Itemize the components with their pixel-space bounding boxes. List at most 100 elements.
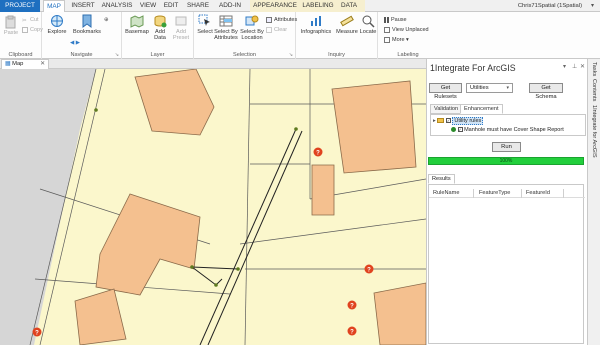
infographics-button[interactable]: Infographics [299, 14, 333, 35]
tab-analysis[interactable]: ANALYSIS [100, 0, 134, 12]
copy-label: Copy [30, 27, 43, 33]
column-header[interactable]: FeatureId [526, 190, 550, 196]
group-label-inquiry: Inquiry [328, 52, 345, 58]
measure-button[interactable]: Measure [336, 14, 358, 35]
tab-view[interactable]: VIEW [138, 0, 158, 12]
svg-text:?: ? [316, 151, 320, 157]
tab-insert[interactable]: INSERT [70, 0, 96, 12]
tab-add-in[interactable]: ADD-IN [216, 0, 244, 12]
results-grid[interactable]: RuleName FeatureType FeatureId [428, 184, 585, 344]
explore-button[interactable]: Explore [46, 14, 68, 35]
view-unplaced-button[interactable]: View Unplaced [384, 26, 429, 34]
expand-icon[interactable]: ▸ [433, 118, 436, 124]
bookmarks-button[interactable]: Bookmarks [72, 14, 102, 35]
cut-label: Cut [30, 17, 39, 23]
tree-node-root[interactable]: ▸ ✓ Utility rules [433, 117, 484, 125]
tab-edit[interactable]: EDIT [162, 0, 180, 12]
locate-icon [362, 15, 375, 28]
basemap-button[interactable]: Basemap [125, 14, 149, 35]
get-schema-button[interactable]: Get Schema [529, 83, 563, 100]
column-divider[interactable] [563, 189, 564, 198]
tab-appearance[interactable]: APPEARANCE [252, 0, 298, 12]
group-label-layer: Layer [150, 52, 165, 58]
add-data-label: Add Data [154, 29, 166, 41]
building [95, 193, 201, 296]
side-tab-tasks[interactable]: Tasks [591, 62, 597, 76]
clear-icon [266, 26, 272, 33]
side-tab-contents[interactable]: Contents [591, 79, 597, 101]
building [74, 288, 127, 345]
map-canvas[interactable]: ? ? ? ? ? [0, 69, 426, 345]
column-header[interactable]: RuleName [433, 190, 459, 196]
tree-node-rule[interactable]: ✓ Manhole must have Cover Shape Report [451, 126, 564, 134]
tab-results[interactable]: Results [428, 174, 455, 184]
forward-icon[interactable]: ▶ [76, 40, 80, 46]
column-divider[interactable] [521, 189, 522, 198]
tab-map-view[interactable]: ▦ Map ✕ [1, 59, 49, 69]
more-button[interactable]: More ▾ [384, 36, 409, 44]
location-select-icon [245, 15, 259, 26]
checkbox[interactable]: ✓ [445, 118, 451, 124]
user-account[interactable]: Chris71Spatial (1Spatial) [518, 0, 582, 12]
chevron-down-icon[interactable]: ▾ [591, 2, 594, 9]
building [311, 164, 335, 216]
rules-tree[interactable]: ▸ ✓ Utility rules ✓ Manhole must have Co… [430, 114, 586, 136]
column-divider[interactable] [473, 189, 474, 198]
progress-bar: 100% [428, 157, 584, 165]
paste-icon [5, 15, 16, 29]
get-rulesets-button[interactable]: Get Rulesets [429, 83, 462, 100]
add-data-button[interactable]: Add Data [150, 14, 170, 41]
pin-icon[interactable]: ▾ [563, 63, 566, 70]
auto-hide-icon[interactable]: ⊥ [572, 63, 577, 70]
paste-button[interactable]: Paste [2, 15, 20, 36]
view-tab-strip: ▦ Map ✕ [0, 59, 426, 69]
map-view-icon: ▦ [5, 61, 11, 67]
close-icon[interactable]: ✕ [40, 60, 45, 69]
error-marker-icon[interactable]: ? [347, 326, 357, 336]
rule-status-icon [451, 127, 456, 133]
zoom-tools[interactable]: ⊕ [104, 16, 109, 24]
group-labeling: Pause View Unplaced More ▾ Labeling [378, 12, 438, 59]
select-by-attributes-button[interactable]: Select By Attributes [213, 14, 239, 41]
building [134, 69, 215, 136]
run-button[interactable]: Run [492, 142, 521, 152]
error-marker-icon[interactable]: ? [32, 327, 42, 337]
close-icon[interactable]: ✕ [580, 63, 585, 70]
tab-enhancement[interactable]: Enhancement [460, 104, 503, 114]
column-header[interactable]: FeatureType [479, 190, 510, 196]
zoom-full-icon[interactable]: ⊕ [104, 17, 109, 23]
error-marker-icon[interactable]: ? [313, 147, 323, 157]
checkbox[interactable]: ✓ [457, 127, 463, 133]
select-by-location-button[interactable]: Select By Location [239, 14, 265, 41]
side-tab-integrate[interactable]: 1Integrate for ArcGIS [591, 105, 597, 158]
error-marker-icon[interactable]: ? [347, 300, 357, 310]
attributes-button[interactable]: Attributes [266, 16, 297, 24]
tab-share[interactable]: SHARE [186, 0, 210, 12]
bookmark-icon [82, 14, 92, 28]
dialog-launcher-icon[interactable]: ↘ [289, 52, 293, 58]
tab-validation[interactable]: Validation [430, 104, 463, 114]
map-view[interactable]: ? ? ? ? ? [0, 69, 426, 345]
select-label: Select [197, 29, 213, 35]
pause-button[interactable]: Pause [384, 16, 407, 24]
ruleset-dropdown[interactable]: Utilities ▾ [466, 83, 513, 93]
tab-data[interactable]: DATA [339, 0, 359, 12]
clear-button[interactable]: Clear [266, 26, 287, 34]
error-marker-icon[interactable]: ? [364, 264, 374, 274]
add-preset-button[interactable]: Add Preset [170, 14, 192, 41]
buildings [74, 69, 426, 345]
group-label-clipboard: Clipboard [8, 52, 33, 58]
group-layer: Basemap Add Data Add Preset Layer [122, 12, 194, 59]
dialog-launcher-icon[interactable]: ↘ [115, 52, 119, 58]
ribbon-tab-bar: PROJECT MAP INSERT ANALYSIS VIEW EDIT SH… [0, 0, 600, 13]
copy-button[interactable]: Copy [22, 26, 43, 34]
pane-title: 1Integrate For ArcGIS [430, 63, 516, 73]
cut-button[interactable]: ✂ Cut [22, 16, 39, 24]
tab-project[interactable]: PROJECT [0, 0, 40, 12]
select-button[interactable]: Select [196, 14, 214, 35]
back-icon[interactable]: ◀ [70, 40, 74, 46]
navigate-arrows[interactable]: ◀ ▶ [70, 39, 80, 47]
locate-button[interactable]: Locate [359, 14, 377, 35]
tab-labeling[interactable]: LABELING [302, 0, 334, 12]
results-header-row: RuleName FeatureType FeatureId [429, 189, 585, 198]
